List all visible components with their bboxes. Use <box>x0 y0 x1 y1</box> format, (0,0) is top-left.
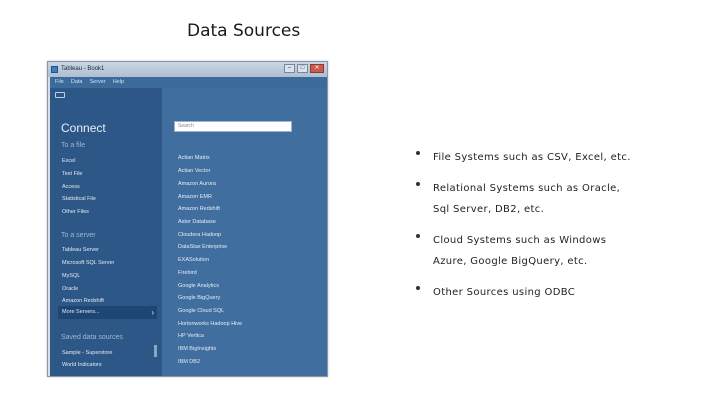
saved-item-world-indicators[interactable]: World Indicators <box>62 362 102 368</box>
server-list-item[interactable]: Amazon Redshift <box>178 206 220 212</box>
more-servers-row[interactable]: More Servers... › <box>58 306 157 319</box>
server-list-item[interactable]: Google BigQuery <box>178 295 220 301</box>
bullet-text: Relational Systems such as Oracle, Sql S… <box>433 182 621 216</box>
server-list-item[interactable]: IBM DB2 <box>178 359 200 365</box>
server-list-item[interactable]: IBM BigInsights <box>178 346 216 352</box>
bullet-dot <box>416 233 420 238</box>
server-list-item[interactable]: DataStax Enterprise <box>178 244 227 250</box>
to-a-server-heading: To a server <box>61 232 96 239</box>
bullet-item: Relational Systems such as Oracle, Sql S… <box>416 178 716 221</box>
server-item-tableau[interactable]: Tableau Server <box>62 247 99 253</box>
tableau-app-icon <box>51 66 58 73</box>
server-list-item[interactable]: Google Analytics <box>178 283 219 289</box>
server-list-item[interactable]: Actian Matrix <box>178 155 210 161</box>
window-controls: – □ ✕ <box>284 64 324 73</box>
server-list-item[interactable]: HP Vertica <box>178 333 204 339</box>
server-item-redshift[interactable]: Amazon Redshift <box>62 298 104 304</box>
server-list-item[interactable]: Google Cloud SQL <box>178 308 224 314</box>
maximize-icon[interactable]: □ <box>297 64 308 73</box>
close-icon[interactable]: ✕ <box>310 64 324 73</box>
to-a-file-heading: To a file <box>61 142 86 149</box>
menu-server[interactable]: Server <box>90 77 106 88</box>
file-item-statistical[interactable]: Statistical File <box>62 196 96 202</box>
server-list-item[interactable]: Cloudera Hadoop <box>178 232 221 238</box>
more-servers-label: More Servers... <box>62 309 100 315</box>
bullet-dot <box>416 181 420 186</box>
server-list-item[interactable]: Aster Database <box>178 219 216 225</box>
server-list-item[interactable]: Amazon Aurora <box>178 181 216 187</box>
file-item-text[interactable]: Text File <box>62 171 82 177</box>
file-item-excel[interactable]: Excel <box>62 158 75 164</box>
saved-data-sources-heading: Saved data sources <box>61 334 123 341</box>
connect-page: Connect To a file Excel Text File Access… <box>50 88 327 376</box>
menubar: File Data Server Help <box>50 77 327 88</box>
bullet-text: Other Sources using ODBC <box>433 286 576 298</box>
server-item-mysql[interactable]: MySQL <box>62 273 80 279</box>
chevron-right-icon: › <box>151 308 154 317</box>
connect-title: Connect <box>61 121 106 135</box>
window-title: Tableau - Book1 <box>61 66 105 72</box>
tableau-screenshot: Tableau - Book1 – □ ✕ File Data Server H… <box>47 61 328 377</box>
bullet-dot <box>416 151 420 155</box>
bullet-text: File Systems such as CSV, Excel, etc. <box>433 152 631 163</box>
saved-scrollbar[interactable] <box>154 345 157 357</box>
server-item-mssql[interactable]: Microsoft SQL Server <box>62 260 114 266</box>
menu-data[interactable]: Data <box>71 77 83 88</box>
file-item-other[interactable]: Other Files <box>62 209 89 215</box>
server-item-oracle[interactable]: Oracle <box>62 286 78 292</box>
saved-item-superstore[interactable]: Sample - Superstore <box>62 350 112 356</box>
server-list-item[interactable]: Firebird <box>178 270 197 276</box>
menu-file[interactable]: File <box>55 77 64 88</box>
server-list-item[interactable]: EXASolution <box>178 257 209 263</box>
server-list-item[interactable]: Hortonworks Hadoop Hive <box>178 321 242 327</box>
data-source-tab-icon[interactable] <box>55 92 65 98</box>
minimize-icon[interactable]: – <box>284 64 295 73</box>
bullet-list: File Systems such as CSV, Excel, etc. Re… <box>416 147 716 312</box>
bullet-item: Other Sources using ODBC <box>416 282 716 304</box>
server-list-item[interactable]: Actian Vector <box>178 168 210 174</box>
file-item-access[interactable]: Access <box>62 184 80 190</box>
slide-title: Data Sources <box>187 21 301 41</box>
search-input[interactable]: Search <box>174 121 292 132</box>
bullet-dot <box>416 285 420 290</box>
server-list-item[interactable]: Amazon EMR <box>178 194 212 200</box>
bullet-item: Cloud Systems such as Windows Azure, Goo… <box>416 230 716 273</box>
window-titlebar: Tableau - Book1 – □ ✕ <box>48 62 327 77</box>
bullet-item: File Systems such as CSV, Excel, etc. <box>416 147 716 169</box>
menu-help[interactable]: Help <box>113 77 124 88</box>
connect-pane: Connect To a file Excel Text File Access… <box>50 88 162 376</box>
bullet-text: Cloud Systems such as Windows Azure, Goo… <box>433 234 607 268</box>
